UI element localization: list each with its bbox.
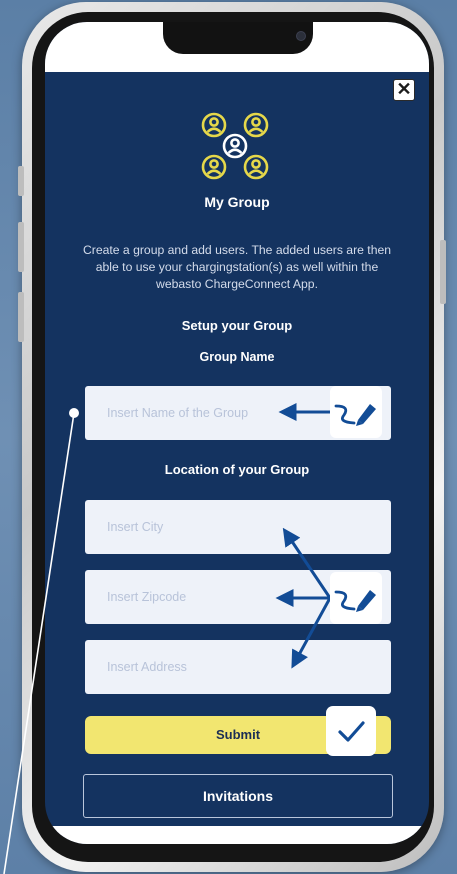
pen-icon [330, 386, 382, 438]
callout-line [3, 412, 75, 874]
check-icon [326, 706, 376, 756]
annotation-layer [3, 403, 332, 874]
callout-dot [69, 408, 79, 418]
arrow-icon [291, 597, 332, 669]
pen-icon [330, 572, 382, 624]
arrow-icon [282, 527, 332, 599]
